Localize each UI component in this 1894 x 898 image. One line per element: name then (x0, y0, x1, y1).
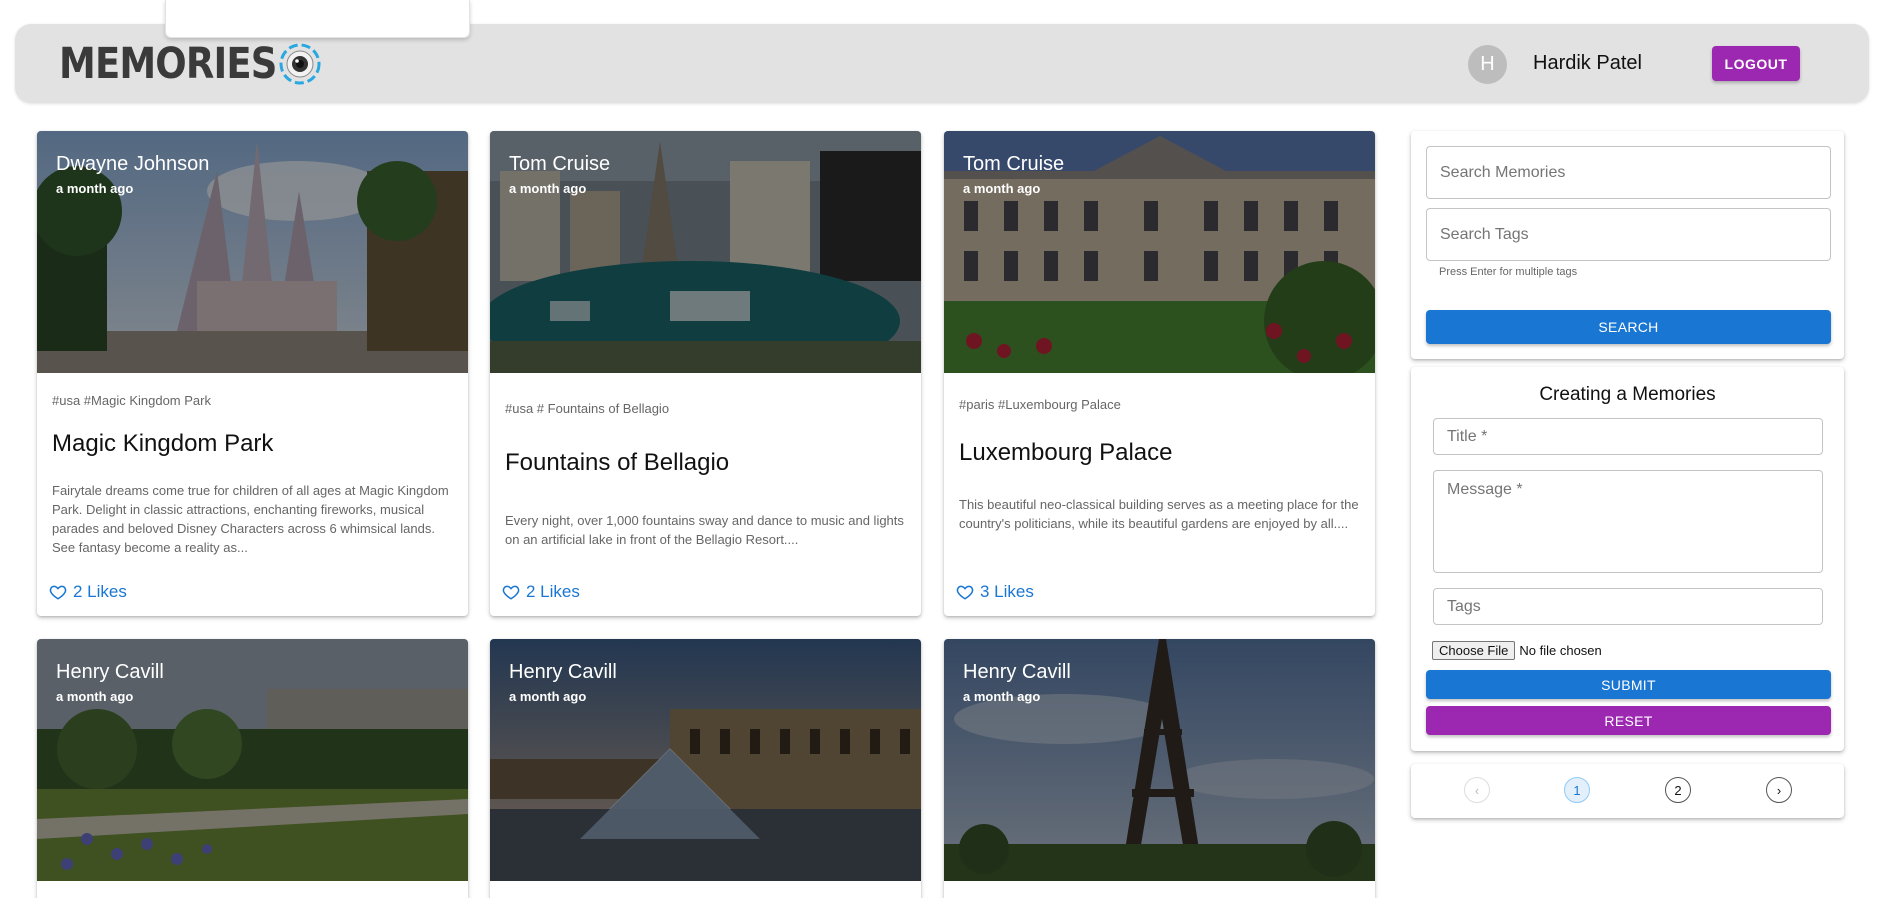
camera-lens-icon (279, 43, 321, 85)
file-input: Choose File No file chosen (1432, 641, 1602, 660)
avatar[interactable]: H (1468, 45, 1507, 84)
page-button-1[interactable]: 1 (1564, 777, 1590, 803)
card-image: Dwayne Johnson a month ago (37, 131, 468, 373)
search-panel: Search Memories Search Tags Press Enter … (1411, 131, 1844, 359)
card-image: Henry Cavill a month ago (490, 639, 921, 881)
form-title: Creating a Memories (1539, 384, 1716, 405)
card-author: Henry Cavill (56, 661, 164, 683)
memory-card[interactable]: Dwayne Johnson a month ago #usa #Magic K… (37, 131, 468, 616)
heart-outline-icon (502, 585, 520, 600)
page-button-2[interactable]: 2 (1665, 777, 1691, 803)
card-image: Tom Cruise a month ago (944, 131, 1375, 373)
card-author: Tom Cruise (509, 153, 611, 175)
card-title: Fountains of Bellagio (505, 449, 730, 476)
submit-button[interactable]: SUBMIT (1426, 670, 1831, 699)
card-time: a month ago (56, 689, 134, 704)
card-tags: #usa # Fountains of Bellagio (505, 401, 670, 416)
card-title: Luxembourg Palace (959, 439, 1173, 466)
card-message: Every night, over 1,000 fountains sway a… (505, 513, 904, 547)
page: MEMORIES H Hardik Patel LOGOUT Dwayne Jo… (0, 0, 1894, 898)
search-memories-input[interactable]: Search Memories (1426, 146, 1831, 199)
dropdown-panel (165, 0, 470, 38)
like-count: 2 Likes (73, 582, 127, 601)
card-message: Fairytale dreams come true for children … (52, 483, 449, 555)
card-tags: #paris #Luxembourg Palace (959, 397, 1121, 412)
card-author: Dwayne Johnson (56, 153, 210, 175)
user-name: Hardik Patel (1533, 52, 1642, 74)
reset-button[interactable]: RESET (1426, 706, 1831, 735)
search-button[interactable]: SEARCH (1426, 310, 1831, 344)
card-author: Tom Cruise (963, 153, 1065, 175)
memory-card[interactable]: Henry Cavill a month ago (37, 639, 468, 898)
tags-field[interactable]: Tags (1433, 588, 1823, 625)
card-image: Tom Cruise a month ago (490, 131, 921, 373)
brand-title: MEMORIES (59, 39, 277, 89)
logout-button[interactable]: LOGOUT (1712, 46, 1800, 81)
like-count: 3 Likes (980, 582, 1034, 601)
card-time: a month ago (963, 181, 1041, 196)
title-field[interactable]: Title * (1433, 418, 1823, 455)
brand-link[interactable]: MEMORIES (59, 38, 321, 90)
card-author: Henry Cavill (509, 661, 617, 683)
card-tags: #usa #Magic Kingdom Park (52, 393, 211, 408)
like-button[interactable]: 3 Likes (956, 582, 1034, 602)
memory-card[interactable]: Henry Cavill a month ago (490, 639, 921, 898)
card-time: a month ago (963, 689, 1041, 704)
card-time: a month ago (509, 689, 587, 704)
card-time: a month ago (509, 181, 587, 196)
heart-outline-icon (49, 585, 67, 600)
memory-card[interactable]: Tom Cruise a month ago #paris #Luxembour… (944, 131, 1375, 616)
card-author: Henry Cavill (963, 661, 1071, 683)
memory-card[interactable]: Tom Cruise a month ago #usa # Fountains … (490, 131, 921, 616)
card-title: Magic Kingdom Park (52, 430, 274, 457)
like-count: 2 Likes (526, 582, 580, 601)
previous-page-button[interactable]: ‹ (1464, 777, 1490, 803)
choose-file-button[interactable]: Choose File (1432, 641, 1516, 660)
next-page-button[interactable]: › (1766, 777, 1792, 803)
heart-outline-icon (956, 585, 974, 600)
card-time: a month ago (56, 181, 134, 196)
create-memory-form: Creating a Memories Title * Message * Ta… (1411, 367, 1844, 751)
like-button[interactable]: 2 Likes (49, 582, 127, 602)
search-tags-helper: Press Enter for multiple tags (1439, 266, 1578, 278)
card-image: Henry Cavill a month ago (37, 639, 468, 881)
message-field[interactable]: Message * (1433, 470, 1823, 573)
file-status: No file chosen (1519, 643, 1602, 658)
card-message: This beautiful neo-classical building se… (959, 497, 1359, 531)
pagination: ‹ 1 2 › (1411, 764, 1844, 818)
search-tags-input[interactable]: Search Tags (1426, 208, 1831, 261)
card-image: Henry Cavill a month ago (944, 639, 1375, 881)
memory-card[interactable]: Henry Cavill a month ago (944, 639, 1375, 898)
like-button[interactable]: 2 Likes (502, 582, 580, 602)
